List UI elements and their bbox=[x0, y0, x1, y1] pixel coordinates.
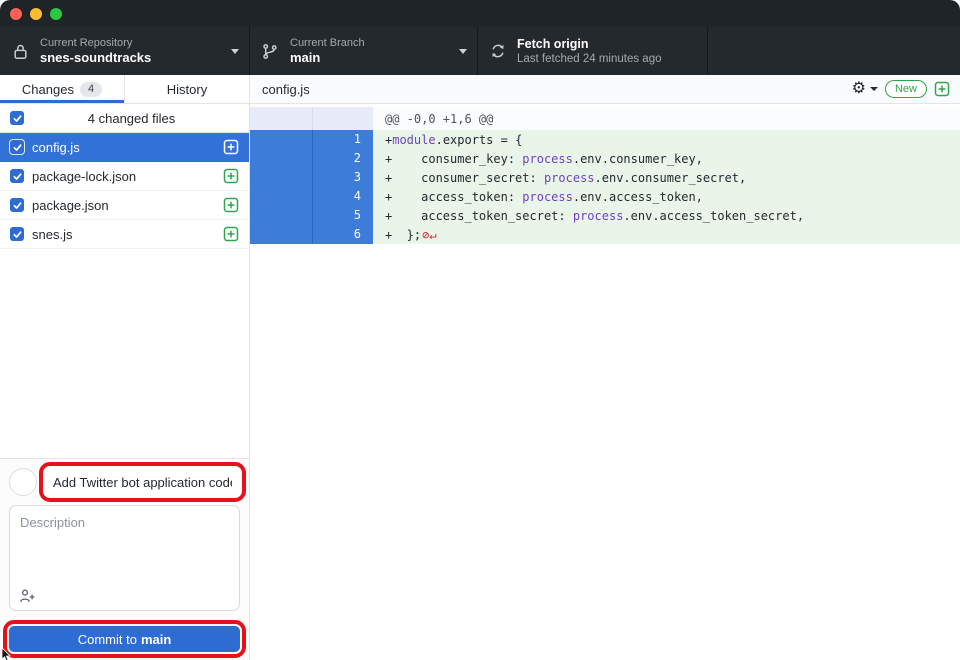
file-include-checkbox[interactable] bbox=[10, 198, 24, 212]
lock-icon bbox=[12, 43, 29, 60]
mouse-cursor bbox=[1, 648, 13, 660]
file-include-checkbox[interactable] bbox=[10, 169, 24, 183]
chevron-down-icon bbox=[231, 49, 239, 54]
file-row[interactable]: config.js bbox=[0, 133, 249, 162]
titlebar bbox=[0, 0, 960, 27]
sidebar-tabs: Changes 4 History bbox=[0, 75, 249, 104]
diff-line-code: +module.exports = { bbox=[373, 130, 960, 149]
file-name: package-lock.json bbox=[32, 169, 223, 184]
diff-line-gutter[interactable]: 2 bbox=[250, 149, 373, 168]
diff-line-number: 4 bbox=[313, 187, 373, 206]
branch-name: main bbox=[290, 50, 453, 66]
diff-header: config.js ⚙ New bbox=[250, 75, 960, 104]
file-include-checkbox[interactable] bbox=[10, 227, 24, 241]
tab-history-label: History bbox=[167, 82, 207, 97]
select-all-checkbox[interactable] bbox=[10, 111, 24, 125]
file-added-icon bbox=[223, 226, 239, 242]
diff-line-gutter[interactable]: 6 bbox=[250, 225, 373, 244]
diff-added-line: 5 + access_token_secret: process.env.acc… bbox=[250, 206, 960, 225]
diff-line-number: 5 bbox=[313, 206, 373, 225]
file-name: config.js bbox=[32, 140, 223, 155]
add-coauthor-button[interactable] bbox=[19, 588, 36, 603]
commit-summary-input[interactable] bbox=[45, 469, 240, 495]
diff-line-number: 6 bbox=[313, 225, 373, 244]
diff-line-number: 1 bbox=[313, 130, 373, 149]
file-status-badge: New bbox=[885, 80, 927, 98]
diff-added-line: 3 + consumer_secret: process.env.consume… bbox=[250, 168, 960, 187]
tab-history[interactable]: History bbox=[124, 75, 249, 103]
chevron-down-icon bbox=[870, 87, 878, 91]
toolbar: Current Repository snes-soundtracks Curr… bbox=[0, 27, 960, 75]
diff-line-gutter[interactable]: 1 bbox=[250, 130, 373, 149]
diff-body: @@ -0,0 +1,6 @@ 1 +module.exports = { 2 … bbox=[250, 104, 960, 660]
close-window-button[interactable] bbox=[10, 8, 22, 20]
repository-name: snes-soundtracks bbox=[40, 50, 225, 66]
diff-options-button[interactable]: ⚙ bbox=[852, 81, 878, 97]
diff-lines: 1 +module.exports = { 2 + consumer_key: … bbox=[250, 130, 960, 244]
current-repository-dropdown[interactable]: Current Repository snes-soundtracks bbox=[0, 27, 250, 75]
hunk-header-row: @@ -0,0 +1,6 @@ bbox=[250, 107, 960, 130]
diff-added-line: 2 + consumer_key: process.env.consumer_k… bbox=[250, 149, 960, 168]
commit-description-box bbox=[9, 505, 240, 611]
diff-added-line: 1 +module.exports = { bbox=[250, 130, 960, 149]
github-desktop-window: Current Repository snes-soundtracks Curr… bbox=[0, 0, 960, 660]
file-include-checkbox[interactable] bbox=[10, 140, 24, 154]
diff-pane: config.js ⚙ New bbox=[250, 75, 960, 660]
fetch-origin-button[interactable]: Fetch origin Last fetched 24 minutes ago bbox=[478, 27, 708, 75]
fetch-subtitle: Last fetched 24 minutes ago bbox=[517, 52, 697, 66]
commit-description-input[interactable] bbox=[10, 506, 239, 582]
diff-line-gutter[interactable]: 3 bbox=[250, 168, 373, 187]
commit-button[interactable]: Commit to main bbox=[9, 626, 240, 652]
zoom-window-button[interactable] bbox=[50, 8, 62, 20]
changes-sidebar: Changes 4 History 4 changed files config… bbox=[0, 75, 250, 660]
branch-label: Current Branch bbox=[290, 37, 453, 50]
commit-button-branch: main bbox=[141, 632, 171, 647]
content: Changes 4 History 4 changed files config… bbox=[0, 75, 960, 660]
file-list-empty-space bbox=[0, 249, 249, 458]
file-row[interactable]: package.json bbox=[0, 191, 249, 220]
chevron-down-icon bbox=[459, 49, 467, 54]
diff-line-code: + consumer_secret: process.env.consumer_… bbox=[373, 168, 960, 187]
current-branch-dropdown[interactable]: Current Branch main bbox=[250, 27, 478, 75]
diff-line-code: + access_token_secret: process.env.acces… bbox=[373, 206, 960, 225]
diff-line-gutter[interactable]: 4 bbox=[250, 187, 373, 206]
tab-changes-label: Changes bbox=[22, 82, 74, 97]
fetch-title: Fetch origin bbox=[517, 37, 697, 52]
changed-files-header: 4 changed files bbox=[0, 104, 249, 133]
git-branch-icon bbox=[262, 43, 279, 60]
minimize-window-button[interactable] bbox=[30, 8, 42, 20]
repository-label: Current Repository bbox=[40, 37, 225, 50]
file-row[interactable]: snes.js bbox=[0, 220, 249, 249]
diff-line-gutter[interactable]: 5 bbox=[250, 206, 373, 225]
changes-count-badge: 4 bbox=[80, 82, 102, 97]
sync-icon bbox=[490, 43, 506, 59]
hunk-header-text: @@ -0,0 +1,6 @@ bbox=[373, 107, 960, 130]
diff-line-code: + };⊘↵ bbox=[373, 225, 960, 244]
file-name: package.json bbox=[32, 198, 223, 213]
diff-line-number: 2 bbox=[313, 149, 373, 168]
diff-added-icon[interactable] bbox=[934, 81, 950, 97]
file-added-icon bbox=[223, 139, 239, 155]
diff-file-name: config.js bbox=[262, 82, 852, 97]
diff-line-code: + access_token: process.env.access_token… bbox=[373, 187, 960, 206]
hunk-gutter[interactable] bbox=[250, 107, 373, 130]
avatar bbox=[9, 468, 37, 496]
file-name: snes.js bbox=[32, 227, 223, 242]
diff-line-number: 3 bbox=[313, 168, 373, 187]
tab-changes[interactable]: Changes 4 bbox=[0, 75, 124, 103]
file-row[interactable]: package-lock.json bbox=[0, 162, 249, 191]
diff-line-code: + consumer_key: process.env.consumer_key… bbox=[373, 149, 960, 168]
diff-added-line: 4 + access_token: process.env.access_tok… bbox=[250, 187, 960, 206]
commit-form: Commit to main bbox=[0, 458, 249, 660]
gear-icon: ⚙ bbox=[852, 81, 866, 97]
commit-button-prefix: Commit to bbox=[78, 632, 137, 647]
changed-file-list: config.js package-lock.json package.json bbox=[0, 133, 249, 249]
changed-files-count: 4 changed files bbox=[24, 111, 239, 126]
file-added-icon bbox=[223, 168, 239, 184]
diff-added-line: 6 + };⊘↵ bbox=[250, 225, 960, 244]
file-added-icon bbox=[223, 197, 239, 213]
window-controls bbox=[10, 8, 62, 20]
